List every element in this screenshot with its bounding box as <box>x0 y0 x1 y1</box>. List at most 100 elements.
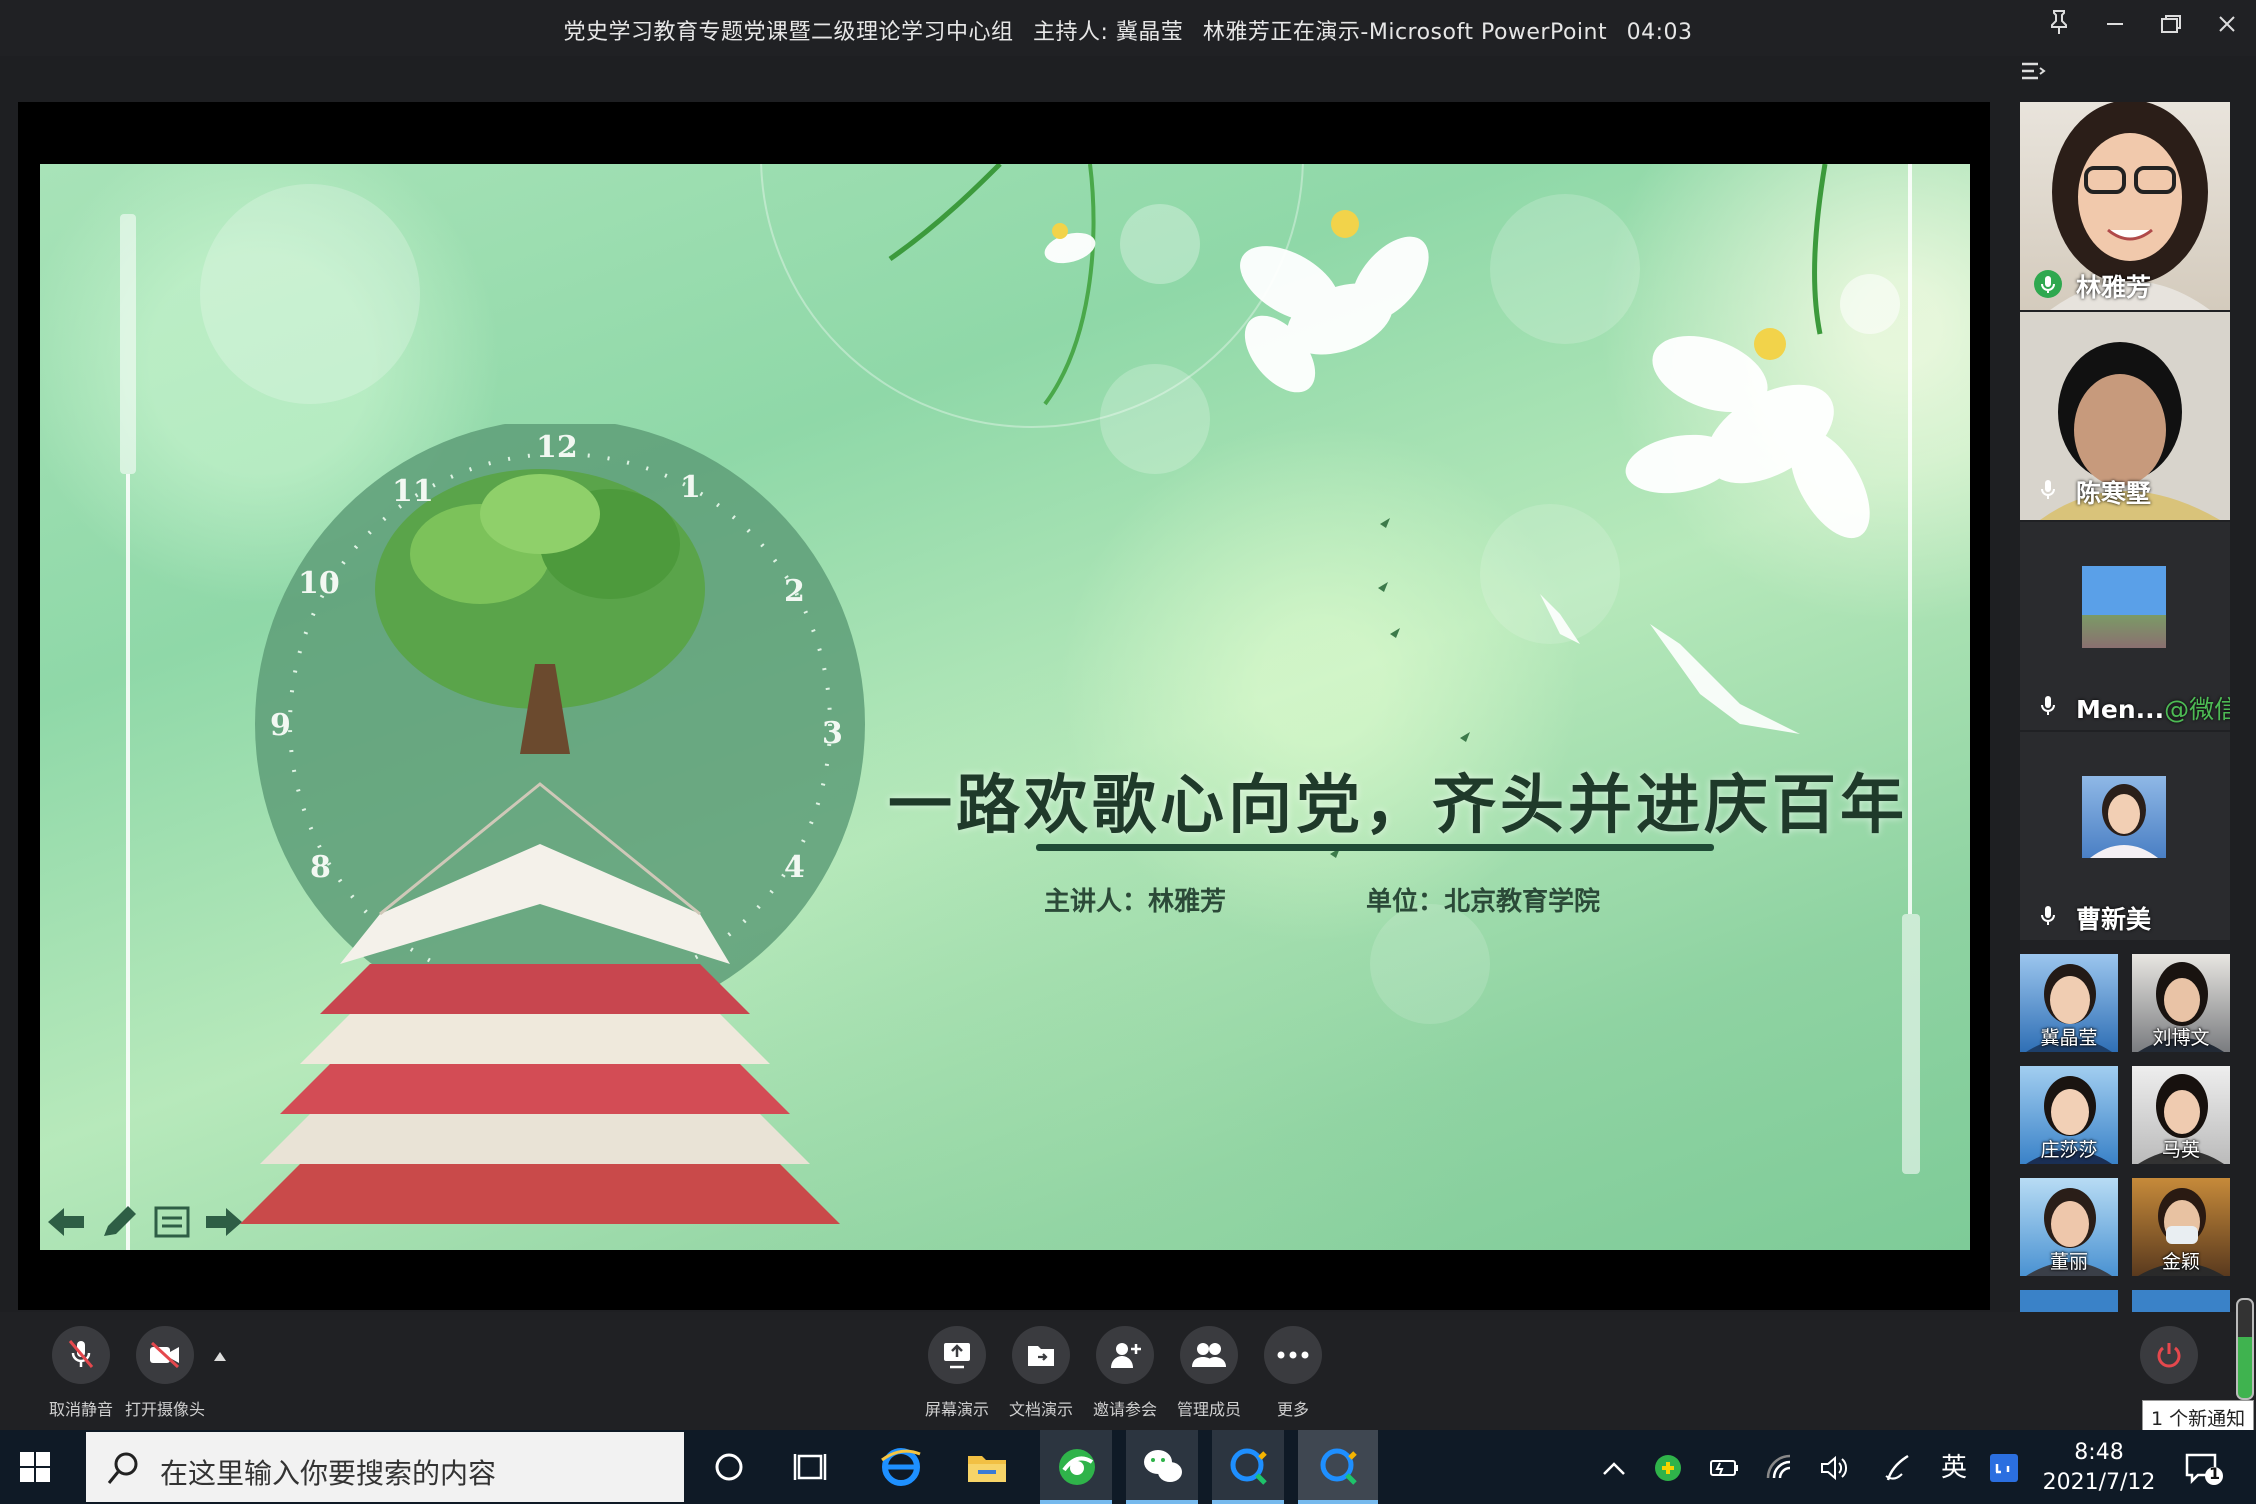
volume-icon[interactable] <box>1818 1452 1850 1484</box>
more-button[interactable]: 更多 <box>1248 1326 1338 1420</box>
show-hidden-icons-caret[interactable] <box>1598 1452 1630 1484</box>
tencent-meeting-icon[interactable] <box>1226 1444 1272 1490</box>
folder-icon <box>1012 1326 1070 1384</box>
clock-number-1: 1 <box>680 470 701 505</box>
minimize-icon[interactable] <box>2090 6 2140 48</box>
participant-thumb[interactable]: 庄莎莎 <box>2020 1066 2118 1164</box>
meeting-control-bar: 取消静音 打开摄像头 屏幕演示 文档演示 邀请参会 管理成员 更多 <box>0 1312 2256 1430</box>
participant-tile[interactable]: 林雅芳 <box>2020 102 2230 310</box>
title-bar: 党史学习教育专题党课暨二级理论学习中心组 主持人: 冀晶莹 林雅芳正在演示-Mi… <box>0 0 2256 56</box>
prev-slide-icon[interactable] <box>46 1204 90 1242</box>
members-icon <box>1180 1326 1238 1384</box>
taskbar-search-box[interactable]: 在这里输入你要搜索的内容 <box>86 1432 684 1502</box>
task-view-icon[interactable] <box>790 1444 836 1490</box>
host-label: 主持人: 冀晶莹 <box>1033 20 1184 45</box>
invite-button[interactable]: 邀请参会 <box>1080 1326 1170 1420</box>
clock-number-11: 11 <box>392 474 434 509</box>
notification-count: 1 <box>2209 1464 2221 1483</box>
invite-label: 邀请参会 <box>1092 1400 1157 1419</box>
document-share-label: 文档演示 <box>1008 1400 1073 1419</box>
mic-icon <box>2034 692 2062 720</box>
unmute-button[interactable]: 取消静音 <box>36 1326 126 1420</box>
collapse-list-icon[interactable] <box>2018 56 2058 92</box>
participant-tile[interactable]: 陈寒墅 <box>2020 312 2230 520</box>
start-video-label: 打开摄像头 <box>124 1400 205 1419</box>
battery-icon[interactable] <box>1708 1452 1740 1484</box>
unmute-label: 取消静音 <box>48 1400 113 1419</box>
manage-members-button[interactable]: 管理成员 <box>1164 1326 1254 1420</box>
participant-name: 金颖 <box>2161 1251 2200 1273</box>
mic-off-icon <box>52 1326 110 1384</box>
participant-name: 林雅芳 <box>2076 273 2152 302</box>
next-slide-icon[interactable] <box>204 1204 248 1242</box>
clock-number-10: 10 <box>298 566 340 601</box>
participant-thumb[interactable] <box>2132 1290 2230 1312</box>
slide-title: 一路欢歌心向党，齐头并进庆百年 <box>888 769 1908 843</box>
mic-icon <box>2034 902 2062 930</box>
participant-panel: 林雅芳 陈寒墅 Men...@微信 曹新美 冀晶莹 刘博文 庄莎莎 马英 董丽 … <box>2020 102 2230 1312</box>
clock-number-2: 2 <box>784 574 805 609</box>
slide-unit: 单位：北京教育学院 <box>1366 887 1601 917</box>
participant-name: 陈寒墅 <box>2076 479 2152 508</box>
clock-number-4: 4 <box>784 850 805 885</box>
mic-active-icon <box>2034 270 2062 298</box>
system-clock[interactable]: 8:48 2021/7/12 <box>2034 1438 2164 1498</box>
close-icon[interactable] <box>2202 6 2252 48</box>
participant-thumb[interactable] <box>2020 1290 2118 1312</box>
wechat-suffix: @微信 <box>2164 695 2230 724</box>
pen-workspace-icon[interactable] <box>1882 1452 1914 1484</box>
title-underline <box>1036 844 1714 851</box>
participant-tile[interactable]: Men...@微信 <box>2020 522 2230 730</box>
add-user-icon <box>1096 1326 1154 1384</box>
wechat-icon[interactable] <box>1140 1444 1186 1490</box>
mic-icon <box>2034 476 2062 504</box>
slide-speaker: 主讲人：林雅芳 <box>1044 887 1227 917</box>
more-icon <box>1264 1326 1322 1384</box>
screen-share-label: 屏幕演示 <box>924 1400 989 1419</box>
slide-menu-icon[interactable] <box>152 1204 196 1242</box>
pin-icon[interactable] <box>2034 6 2084 48</box>
participant-thumb[interactable]: 金颖 <box>2132 1178 2230 1276</box>
participant-avatar <box>2082 776 2166 858</box>
participant-thumb[interactable]: 冀晶莹 <box>2020 954 2118 1052</box>
restore-icon[interactable] <box>2146 6 2196 48</box>
action-center-icon[interactable]: 1 <box>2184 1452 2224 1485</box>
document-share-button[interactable]: 文档演示 <box>996 1326 1086 1420</box>
participant-name: Men... <box>2076 695 2165 724</box>
start-video-button[interactable]: 打开摄像头 <box>120 1326 210 1420</box>
video-options-caret-icon[interactable] <box>212 1348 228 1367</box>
screen-share-button[interactable]: 屏幕演示 <box>912 1326 1002 1420</box>
participant-thumb[interactable]: 董丽 <box>2020 1178 2118 1276</box>
internet-explorer-icon[interactable] <box>878 1444 924 1490</box>
clock-number-3: 3 <box>822 716 843 751</box>
file-explorer-icon[interactable] <box>964 1444 1010 1490</box>
ime-indicator[interactable]: 英 <box>1938 1452 1970 1484</box>
shared-screen: 12 1 2 3 4 8 9 10 11 一路欢歌心向党，齐头并进庆百年 主讲人… <box>18 102 1990 1310</box>
security-app-icon[interactable] <box>1652 1452 1684 1484</box>
wifi-icon[interactable] <box>1764 1452 1796 1484</box>
browser-360-icon[interactable] <box>1054 1444 1100 1490</box>
audio-level-indicator <box>2236 1298 2254 1400</box>
meeting-timer: 04:03 <box>1626 20 1693 45</box>
screen-share-icon <box>928 1326 986 1384</box>
window-title: 党史学习教育专题党课暨二级理论学习中心组 主持人: 冀晶莹 林雅芳正在演示-Mi… <box>0 14 2256 46</box>
cortana-icon[interactable] <box>706 1444 752 1490</box>
participant-name: 庄莎莎 <box>2040 1139 2098 1161</box>
clock-number-12: 12 <box>536 430 578 465</box>
baidu-input-icon[interactable] <box>1988 1452 2020 1484</box>
manage-members-label: 管理成员 <box>1176 1400 1241 1419</box>
participant-thumb[interactable]: 刘博文 <box>2132 954 2230 1052</box>
windows-start-icon[interactable] <box>18 1450 54 1486</box>
clock-number-9: 9 <box>270 708 291 743</box>
participant-name: 刘博文 <box>2152 1027 2210 1049</box>
camera-off-icon <box>136 1326 194 1384</box>
participant-name: 冀晶莹 <box>2040 1027 2098 1049</box>
tencent-meeting-active-icon[interactable] <box>1316 1444 1362 1490</box>
participant-thumb[interactable]: 马英 <box>2132 1066 2230 1164</box>
meeting-title: 党史学习教育专题党课暨二级理论学习中心组 <box>563 20 1014 45</box>
participant-tile[interactable]: 曹新美 <box>2020 732 2230 940</box>
more-label: 更多 <box>1276 1400 1309 1419</box>
pen-icon[interactable] <box>98 1204 142 1242</box>
participant-name: 曹新美 <box>2076 905 2152 934</box>
participant-name: 董丽 <box>2049 1251 2088 1273</box>
